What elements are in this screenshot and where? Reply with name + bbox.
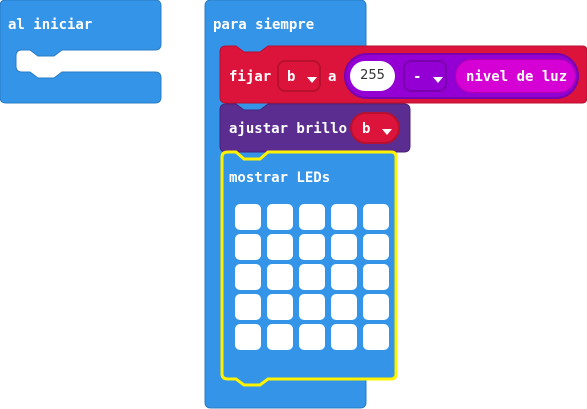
on-start-label: al iniciar [8, 17, 93, 33]
set-brightness-label: ajustar brillo [229, 121, 348, 137]
led-cell[interactable] [363, 324, 389, 350]
set-var-label: fijar [229, 69, 272, 85]
led-cell[interactable] [331, 234, 357, 260]
light-level-block[interactable]: nivel de luz [455, 59, 576, 93]
led-cell[interactable] [267, 294, 293, 320]
led-cell[interactable] [267, 264, 293, 290]
show-leds-label: mostrar LEDs [229, 170, 331, 186]
led-cell[interactable] [331, 264, 357, 290]
led-cell[interactable] [299, 234, 325, 260]
led-cell[interactable] [363, 264, 389, 290]
led-cell[interactable] [267, 234, 293, 260]
led-cell[interactable] [235, 294, 261, 320]
led-cell[interactable] [363, 204, 389, 230]
led-cell[interactable] [331, 204, 357, 230]
led-cell[interactable] [299, 294, 325, 320]
led-cell[interactable] [235, 204, 261, 230]
chevron-down-icon [301, 69, 317, 88]
variable-name: b [287, 69, 296, 85]
led-cell[interactable] [363, 234, 389, 260]
on-start-block-shape [0, 0, 162, 104]
led-cell[interactable] [267, 324, 293, 350]
led-cell[interactable] [235, 234, 261, 260]
led-cell[interactable] [331, 294, 357, 320]
led-cell[interactable] [299, 204, 325, 230]
led-cell[interactable] [299, 264, 325, 290]
light-level-label: nivel de luz [466, 69, 568, 85]
variable-dropdown[interactable]: b [277, 60, 321, 92]
led-cell[interactable] [235, 264, 261, 290]
set-var-to-label: a [328, 69, 337, 85]
led-grid [235, 204, 390, 352]
led-cell[interactable] [299, 324, 325, 350]
led-cell[interactable] [267, 204, 293, 230]
operator-value: - [413, 69, 422, 85]
led-cell[interactable] [235, 324, 261, 350]
led-cell[interactable] [331, 324, 357, 350]
chevron-down-icon [427, 69, 443, 88]
forever-label: para siempre [213, 17, 315, 33]
led-cell[interactable] [363, 294, 389, 320]
number-value: 255 [360, 68, 385, 83]
brightness-variable-dropdown[interactable]: b [350, 112, 400, 144]
operator-dropdown[interactable]: - [403, 60, 447, 92]
brightness-variable-name: b [362, 121, 371, 137]
number-input[interactable]: 255 [350, 61, 395, 91]
chevron-down-icon [376, 121, 392, 140]
